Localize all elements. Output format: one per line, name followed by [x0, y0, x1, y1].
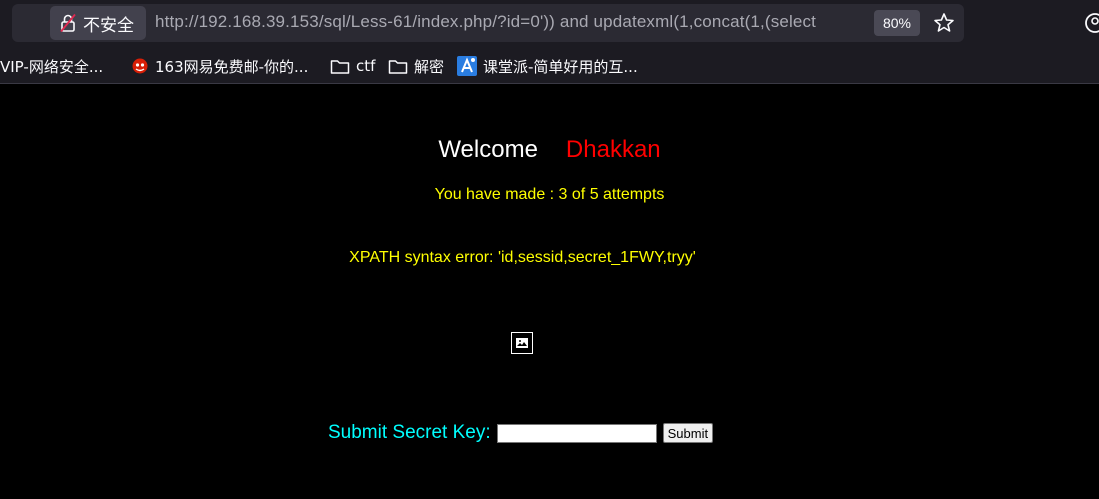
bookmark-ketangpai[interactable]: 课堂派-简单好用的互... — [457, 54, 638, 78]
secret-key-label: Submit Secret Key: — [328, 422, 491, 443]
security-label: 不安全 — [83, 15, 134, 36]
bookmark-ctf[interactable]: ctf — [330, 54, 375, 78]
bookmark-vip[interactable]: VIP-网络安全... — [0, 54, 103, 78]
welcome-heading: Welcome Dhakkan — [0, 136, 1099, 164]
bookmark-label: 课堂派-简单好用的互... — [483, 57, 638, 76]
bookmark-label: 解密 — [414, 57, 445, 76]
url-path: /sql/Less-61/index.php/?id=0')) and upda… — [318, 12, 817, 31]
bookmark-star-icon[interactable] — [932, 11, 956, 35]
netease-icon — [132, 58, 148, 74]
bookmark-label: ctf — [356, 57, 376, 75]
xpath-error-message: XPATH syntax error: 'id,sessid,secret_1F… — [349, 249, 696, 266]
bookmark-label: VIP-网络安全... — [0, 57, 104, 76]
submit-button[interactable]: Submit — [662, 423, 714, 443]
bookmark-decrypt[interactable]: 解密 — [388, 54, 444, 78]
broken-image-icon — [511, 332, 533, 354]
bookmark-163[interactable]: 163网易免费邮-你的... — [131, 54, 308, 78]
account-icon[interactable] — [1084, 12, 1099, 34]
ketangpai-icon — [457, 56, 477, 76]
insecure-lock-icon — [59, 13, 77, 33]
folder-icon — [330, 59, 350, 74]
chrome-divider — [0, 83, 1099, 84]
user-name: Dhakkan — [565, 136, 661, 163]
zoom-indicator[interactable]: 80% — [874, 10, 920, 36]
folder-icon — [388, 59, 408, 74]
secret-key-form: Submit Secret Key: Submit — [328, 420, 714, 446]
bookmark-label: 163网易免费邮-你的... — [155, 57, 309, 76]
attempts-counter: You have made : 3 of 5 attempts — [434, 186, 665, 203]
url-host: http://192.168.39.153 — [155, 12, 319, 31]
security-indicator[interactable]: 不安全 — [50, 6, 146, 40]
secret-key-input[interactable] — [496, 423, 657, 443]
welcome-text: Welcome — [438, 136, 538, 163]
url-text[interactable]: http://192.168.39.153/sql/Less-61/index.… — [155, 12, 865, 36]
bookmarks-toolbar: VIP-网络安全... 163网易免费邮-你的... ctf 解密 课堂派-简单… — [0, 50, 1099, 80]
browser-chrome: 不安全 http://192.168.39.153/sql/Less-61/in… — [0, 0, 1099, 84]
